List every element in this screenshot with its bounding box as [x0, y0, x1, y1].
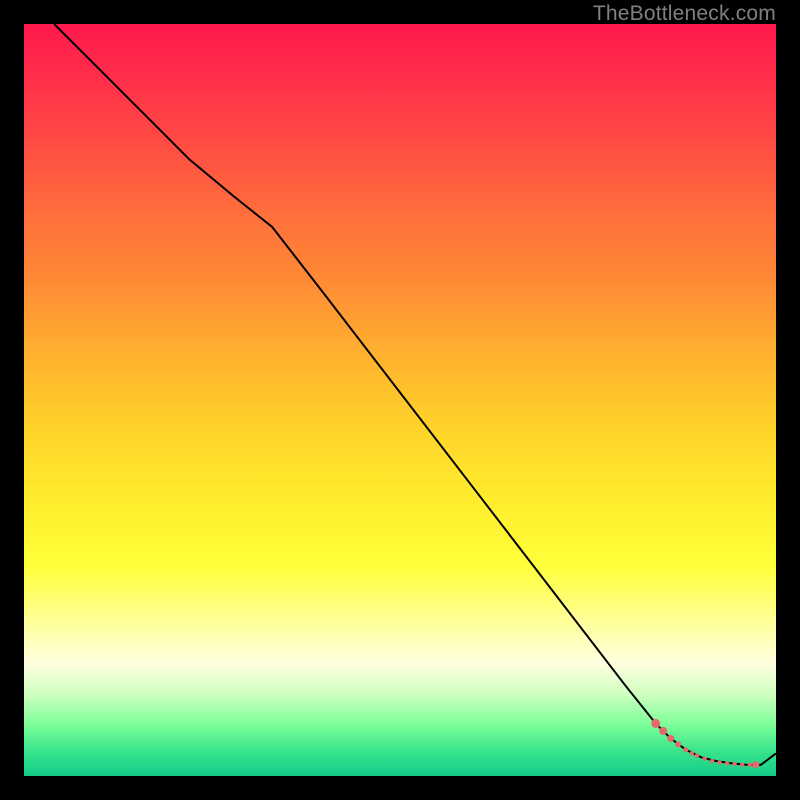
- page-frame: TheBottleneck.com: [0, 0, 800, 800]
- chart-marker-dot: [702, 757, 706, 761]
- chart-marker-dot: [659, 727, 667, 735]
- chart-marker-dot: [710, 759, 714, 763]
- chart-marker-dot: [752, 761, 759, 768]
- chart-marker-dot: [651, 719, 660, 728]
- chart-marker-dot: [725, 761, 729, 765]
- chart-marker-dot: [690, 751, 694, 755]
- chart-marker-dot: [717, 760, 721, 764]
- chart-marker-dot: [695, 754, 699, 758]
- chart-marker-dot: [732, 762, 736, 766]
- chart-marker-dot: [683, 747, 688, 752]
- chart-overlay: [24, 24, 776, 776]
- chart-marker-dot: [740, 763, 744, 767]
- chart-marker-dot: [667, 735, 674, 742]
- chart-marker-dot: [748, 763, 752, 767]
- chart-markers: [651, 719, 759, 768]
- watermark-text: TheBottleneck.com: [593, 2, 776, 26]
- chart-marker-dot: [675, 741, 681, 747]
- chart-line: [54, 24, 776, 765]
